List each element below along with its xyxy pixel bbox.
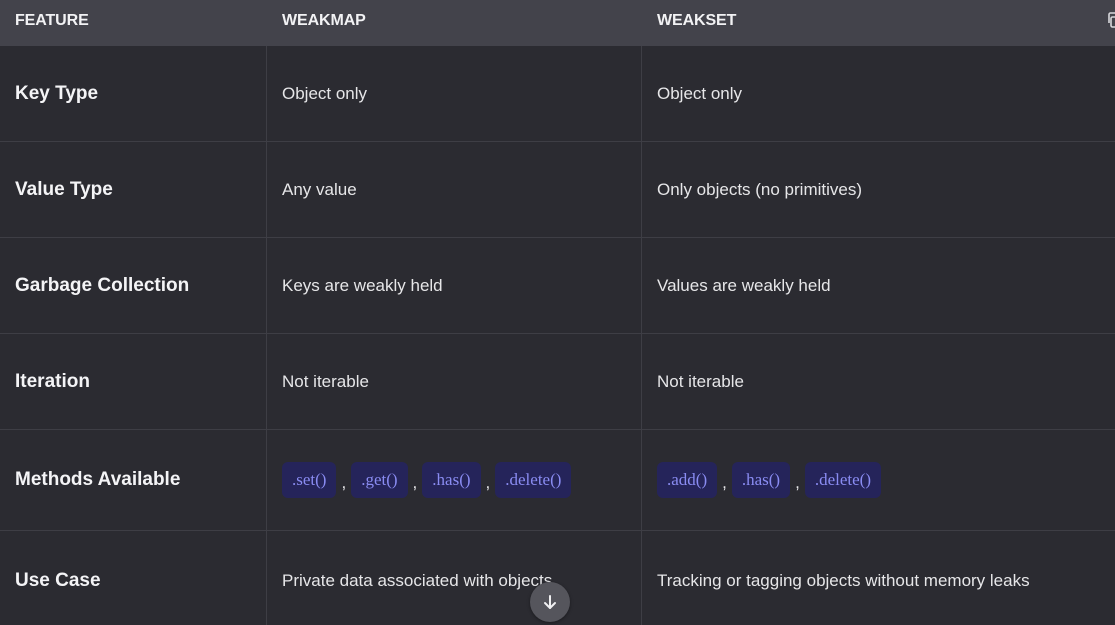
scroll-down-button[interactable] [530,582,570,622]
weakmap-methods: .set() , .get() , .has() , .delete() [282,430,572,530]
row-weakmap: Any value [282,179,357,199]
table-row: Key Type Object only Object only [0,46,1115,142]
header-weakmap: WEAKMAP [282,12,366,29]
table-row: Iteration Not iterable Not iterable [0,334,1115,430]
row-weakmap: Not iterable [282,371,369,391]
row-feature: Iteration [15,370,90,392]
method-code: .get() [351,462,408,498]
table-header: FEATURE WEAKMAP WEAKSET [0,0,1115,46]
row-feature: Garbage Collection [15,274,190,296]
method-code: .set() [282,462,337,498]
method-separator: , [341,473,347,492]
row-weakset: Values are weakly held [657,275,831,295]
copy-icon[interactable] [1107,12,1115,28]
table-row: Garbage Collection Keys are weakly held … [0,238,1115,334]
comparison-table: FEATURE WEAKMAP WEAKSET Key Type Object … [0,0,1115,625]
row-feature: Value Type [15,178,113,200]
row-weakset: Only objects (no primitives) [657,179,863,199]
row-feature: Use Case [15,570,101,591]
method-code: .delete() [804,462,881,498]
row-weakmap: Object only [282,83,368,103]
header-feature: FEATURE [15,12,89,29]
row-weakset: Not iterable [657,371,744,391]
row-weakset: Object only [657,83,743,103]
table-row: Methods Available .set() , .get() , .has… [0,430,1115,531]
weakset-methods: .add() , .has() , .delete() [657,430,881,530]
row-feature: Methods Available [15,469,181,490]
table-row: Value Type Any value Only objects (no pr… [0,142,1115,238]
method-code: .has() [422,462,481,498]
method-code: .add() [657,462,718,498]
row-feature: Key Type [15,82,99,104]
method-separator: , [795,473,800,492]
arrow-down-icon [544,595,556,609]
method-code: .has() [731,462,791,498]
method-separator: , [412,473,418,492]
method-separator: , [722,473,727,492]
header-weakset: WEAKSET [657,12,737,29]
method-separator: , [485,473,491,492]
row-weakset: Tracking or tagging objects without memo… [657,571,1030,590]
row-weakmap: Keys are weakly held [282,275,443,295]
row-weakmap: Private data associated with objects [282,571,553,590]
method-code: .delete() [495,462,572,498]
